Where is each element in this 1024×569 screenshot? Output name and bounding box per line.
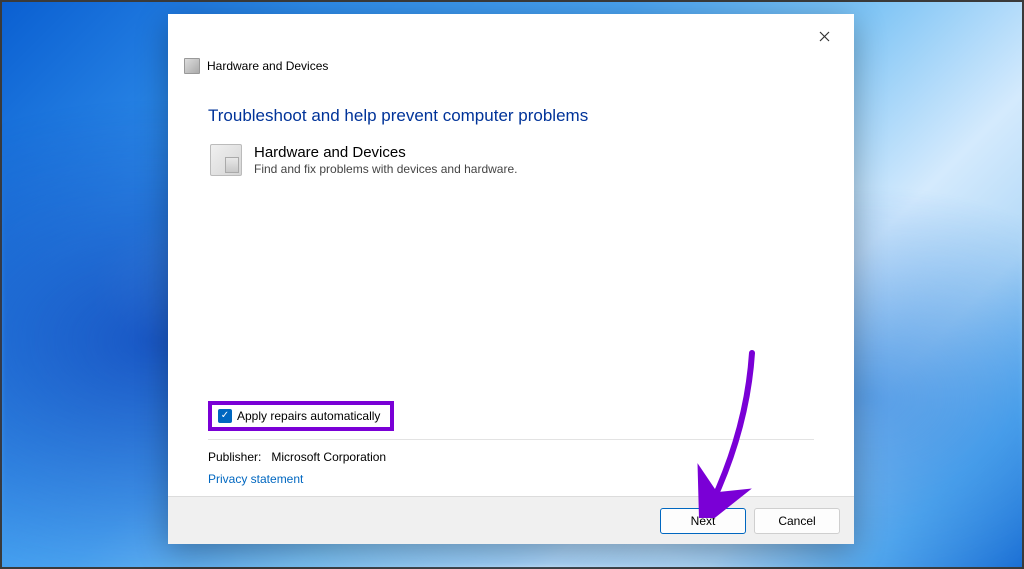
troubleshooter-text: Hardware and Devices Find and fix proble…	[254, 144, 517, 176]
body-spacer	[208, 176, 814, 401]
publisher-row: Publisher: Microsoft Corporation	[208, 450, 814, 464]
header-title: Hardware and Devices	[207, 59, 328, 73]
troubleshooter-dialog: Hardware and Devices Troubleshoot and he…	[168, 14, 854, 544]
dialog-titlebar	[168, 14, 854, 60]
next-button[interactable]: Next	[660, 508, 746, 534]
troubleshooter-title: Hardware and Devices	[254, 144, 517, 161]
dialog-body: Troubleshoot and help prevent computer p…	[168, 82, 854, 496]
hardware-icon	[184, 58, 200, 74]
divider	[208, 439, 814, 440]
publisher-label: Publisher:	[208, 450, 261, 464]
apply-repairs-highlight: ✓ Apply repairs automatically	[208, 401, 394, 431]
troubleshooter-subtitle: Find and fix problems with devices and h…	[254, 162, 517, 176]
close-button[interactable]	[802, 22, 846, 52]
close-icon	[819, 27, 830, 47]
privacy-statement-link[interactable]: Privacy statement	[208, 472, 303, 486]
publisher-value: Microsoft Corporation	[271, 450, 386, 464]
dialog-header: Hardware and Devices	[168, 58, 854, 82]
apply-repairs-label[interactable]: Apply repairs automatically	[237, 409, 380, 423]
dialog-footer: Next Cancel	[168, 496, 854, 544]
troubleshooter-entry: Hardware and Devices Find and fix proble…	[210, 144, 814, 176]
cancel-button[interactable]: Cancel	[754, 508, 840, 534]
instruction-text: Troubleshoot and help prevent computer p…	[208, 106, 814, 126]
checkmark-icon: ✓	[221, 411, 229, 421]
apply-repairs-checkbox[interactable]: ✓	[218, 409, 232, 423]
troubleshooter-icon	[210, 144, 242, 176]
